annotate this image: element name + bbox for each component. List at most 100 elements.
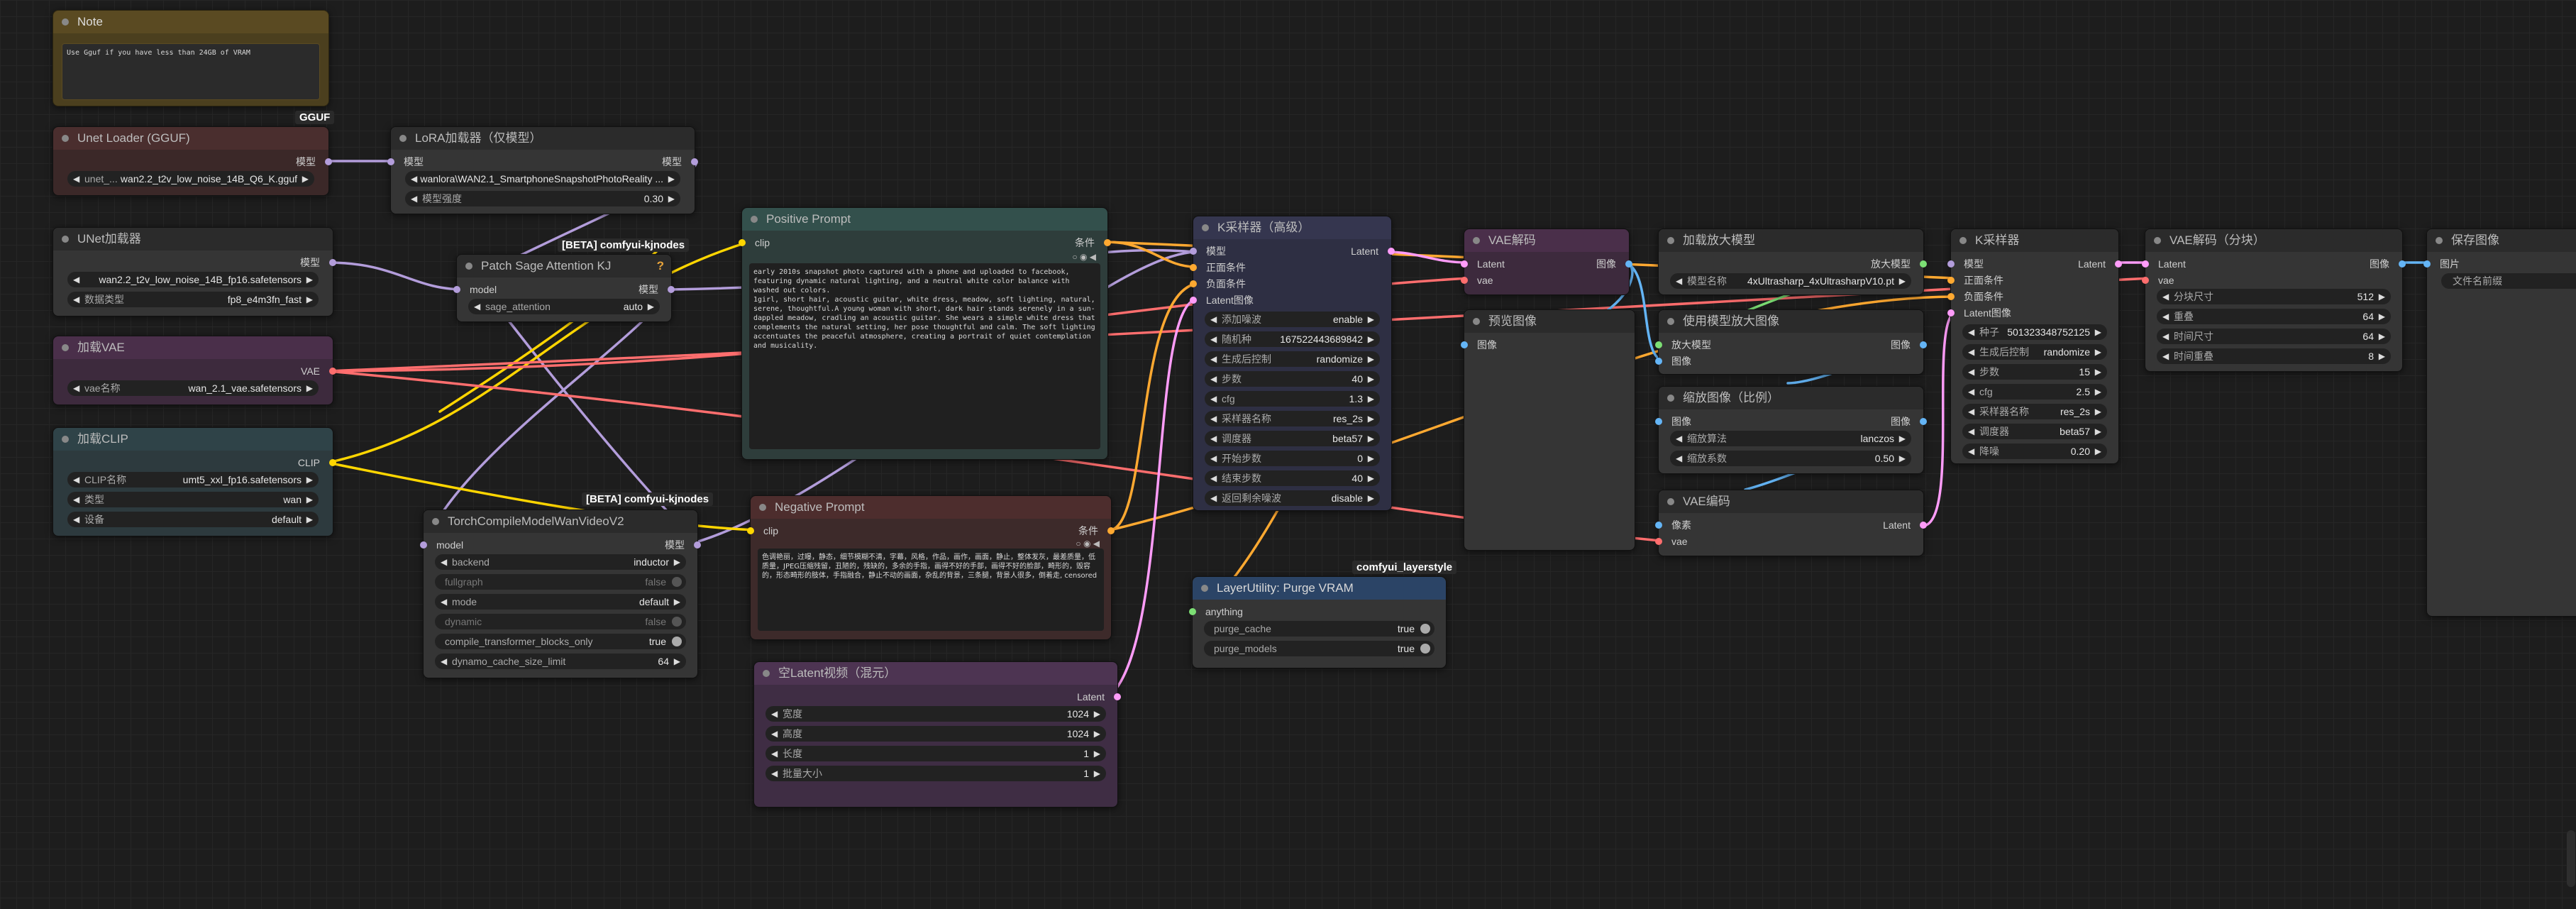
model-input[interactable]: 模型: [1947, 256, 1984, 272]
widget-row[interactable]: ◀ 返回剩余噪波 disable ▶: [1205, 490, 1380, 506]
toggle-knob-icon[interactable]: [672, 577, 682, 587]
arrow-right-icon[interactable]: ▶: [1368, 331, 1374, 347]
clip-type-widget[interactable]: ◀ 类型 wan ▶: [67, 492, 319, 507]
filename-prefix-input[interactable]: 文件名前缀: [2441, 273, 2576, 289]
arrow-left-icon[interactable]: ◀: [73, 380, 79, 396]
arrow-left-icon[interactable]: ◀: [1968, 444, 1974, 459]
arrow-right-icon[interactable]: ▶: [2379, 348, 2385, 364]
latent-input[interactable]: Latent图像: [1190, 292, 1254, 308]
width-widget[interactable]: ◀ 宽度 1024 ▶: [765, 706, 1106, 722]
conditioning-output[interactable]: 条件: [956, 523, 1115, 539]
collapse-dot-icon[interactable]: [432, 518, 439, 525]
latent-output[interactable]: Latent: [2035, 256, 2122, 272]
upscale-model-input[interactable]: 放大模型: [1655, 337, 1711, 353]
collapse-dot-icon[interactable]: [1473, 318, 1480, 325]
arrow-left-icon[interactable]: ◀: [771, 766, 778, 781]
arrow-left-icon[interactable]: ◀: [2162, 309, 2169, 324]
model-port[interactable]: [691, 158, 698, 165]
note-node[interactable]: Note Use Gguf if you have less than 24GB…: [52, 10, 329, 106]
image-port[interactable]: [1920, 341, 1927, 348]
model-port[interactable]: [387, 158, 394, 165]
collapse-dot-icon[interactable]: [62, 135, 69, 142]
settings-icon[interactable]: ○ ◉ ◀: [1072, 252, 1096, 262]
clip-output[interactable]: CLIP: [178, 455, 336, 470]
clip-port[interactable]: [329, 459, 336, 466]
collapse-dot-icon[interactable]: [759, 504, 766, 511]
arrow-right-icon[interactable]: ▶: [1368, 490, 1374, 506]
arrow-right-icon[interactable]: ▶: [2095, 324, 2101, 340]
toggle-knob-icon[interactable]: [1420, 624, 1430, 634]
clip-port[interactable]: [739, 239, 746, 246]
arrow-right-icon[interactable]: ▶: [648, 299, 654, 314]
vae-name-widget[interactable]: ◀ vae名称 wan_2.1_vae.safetensors ▶: [67, 380, 319, 396]
purge-models-toggle[interactable]: purge_models true: [1204, 641, 1435, 656]
widget-row[interactable]: ◀ 降噪 0.20 ▶: [1962, 444, 2107, 459]
positive-prompt-node[interactable]: Positive Prompt clip 条件 ○ ◉ ◀ early 2010…: [739, 207, 1111, 460]
canvas-scrollbar[interactable]: [2567, 830, 2575, 887]
widget-row[interactable]: ◀ 采样器名称 res_2s ▶: [1962, 404, 2107, 419]
model-output[interactable]: 模型: [578, 537, 701, 553]
lora-strength-widget[interactable]: ◀ 模型强度 0.30 ▶: [405, 191, 680, 206]
arrow-right-icon[interactable]: ▶: [2095, 344, 2101, 360]
positive-input[interactable]: 正面条件: [1190, 260, 1246, 275]
collapse-dot-icon[interactable]: [1473, 237, 1480, 244]
arrow-right-icon[interactable]: ▶: [1368, 411, 1374, 426]
arrow-left-icon[interactable]: ◀: [1676, 273, 1682, 289]
vae-output[interactable]: VAE: [178, 363, 336, 379]
collapse-dot-icon[interactable]: [1667, 498, 1674, 505]
widget-row[interactable]: ◀ 结束步数 40 ▶: [1205, 470, 1380, 486]
collapse-dot-icon[interactable]: [1201, 585, 1208, 592]
arrow-right-icon[interactable]: ▶: [1094, 706, 1100, 722]
arrow-left-icon[interactable]: ◀: [441, 554, 447, 570]
model-port[interactable]: [1190, 248, 1197, 255]
purge-cache-toggle[interactable]: purge_cache true: [1204, 621, 1435, 637]
save-image-node[interactable]: 保存图像 图片 文件名前缀: [2423, 228, 2576, 617]
widget-row[interactable]: ◀ 调度器 beta57 ▶: [1205, 431, 1380, 446]
upscale-port[interactable]: [1920, 260, 1927, 268]
negative-prompt-text[interactable]: 色调艳丽，过曝，静态，细节模糊不清，字幕，风格，作品，画作，画面，静止，整体发灰…: [758, 549, 1104, 631]
arrow-right-icon[interactable]: ▶: [2095, 404, 2101, 419]
image-port[interactable]: [1625, 260, 1632, 268]
arrow-left-icon[interactable]: ◀: [1968, 384, 1974, 400]
upscale-with-model-node[interactable]: 使用模型放大图像 放大模型 图像 图像: [1655, 309, 1927, 375]
arrow-left-icon[interactable]: ◀: [1968, 424, 1974, 439]
model-port[interactable]: [1947, 260, 1955, 268]
image-port[interactable]: [2423, 260, 2431, 268]
arrow-right-icon[interactable]: ▶: [306, 512, 313, 527]
latent-port[interactable]: [1114, 693, 1121, 700]
arrow-right-icon[interactable]: ▶: [2379, 289, 2385, 304]
latent-output[interactable]: Latent: [1840, 517, 1927, 533]
arrow-left-icon[interactable]: ◀: [1676, 451, 1682, 466]
length-widget[interactable]: ◀ 长度 1 ▶: [765, 746, 1106, 761]
unet-loader-gguf-node[interactable]: Unet Loader (GGUF) 模型 ◀ unet_... wan2.2_t2…: [52, 126, 332, 196]
arrow-right-icon[interactable]: ▶: [674, 594, 680, 610]
arrow-left-icon[interactable]: ◀: [73, 272, 79, 287]
latent-input[interactable]: Latent: [2142, 256, 2186, 272]
arrow-right-icon[interactable]: ▶: [1094, 766, 1100, 781]
conditioning-port[interactable]: [1947, 277, 1955, 284]
arrow-right-icon[interactable]: ▶: [2095, 424, 2101, 439]
arrow-left-icon[interactable]: ◀: [2162, 329, 2169, 344]
image-port[interactable]: [1655, 358, 1662, 365]
collapse-dot-icon[interactable]: [62, 344, 69, 351]
vae-decode-tiled-node[interactable]: VAE解码（分块） Latent vae 图像 ◀ 分块尺寸 512 ▶ ◀ 重叠 64 ▶ ◀…: [2142, 228, 2406, 372]
arrow-left-icon[interactable]: ◀: [1968, 364, 1974, 380]
vae-decode-node[interactable]: VAE解码 Latent vae 图像: [1461, 228, 1632, 295]
anything-input[interactable]: anything: [1189, 604, 1243, 619]
arrow-left-icon[interactable]: ◀: [73, 512, 79, 527]
model-output[interactable]: 模型: [178, 255, 336, 270]
widget-row[interactable]: ◀ 步数 15 ▶: [1962, 364, 2107, 380]
collapse-dot-icon[interactable]: [62, 236, 69, 243]
widget-row[interactable]: ◀ 添加噪波 enable ▶: [1205, 312, 1380, 327]
arrow-left-icon[interactable]: ◀: [1210, 470, 1217, 486]
arrow-right-icon[interactable]: ▶: [2379, 309, 2385, 324]
upscale-model-output[interactable]: 放大模型: [1797, 256, 1927, 272]
arrow-left-icon[interactable]: ◀: [474, 299, 480, 314]
image-port[interactable]: [1655, 522, 1662, 529]
widget-row[interactable]: ◀ 时间尺寸 64 ▶: [2157, 329, 2391, 344]
model-output[interactable]: 模型: [174, 154, 332, 170]
widget-row[interactable]: ◀ 时间重叠 8 ▶: [2157, 348, 2391, 364]
unet-name-widget[interactable]: ◀ unet_... wan2.2_t2v_low_noise_14B_Q6_K.g…: [67, 171, 314, 187]
arrow-left-icon[interactable]: ◀: [2162, 289, 2169, 304]
collapse-dot-icon[interactable]: [465, 263, 472, 270]
